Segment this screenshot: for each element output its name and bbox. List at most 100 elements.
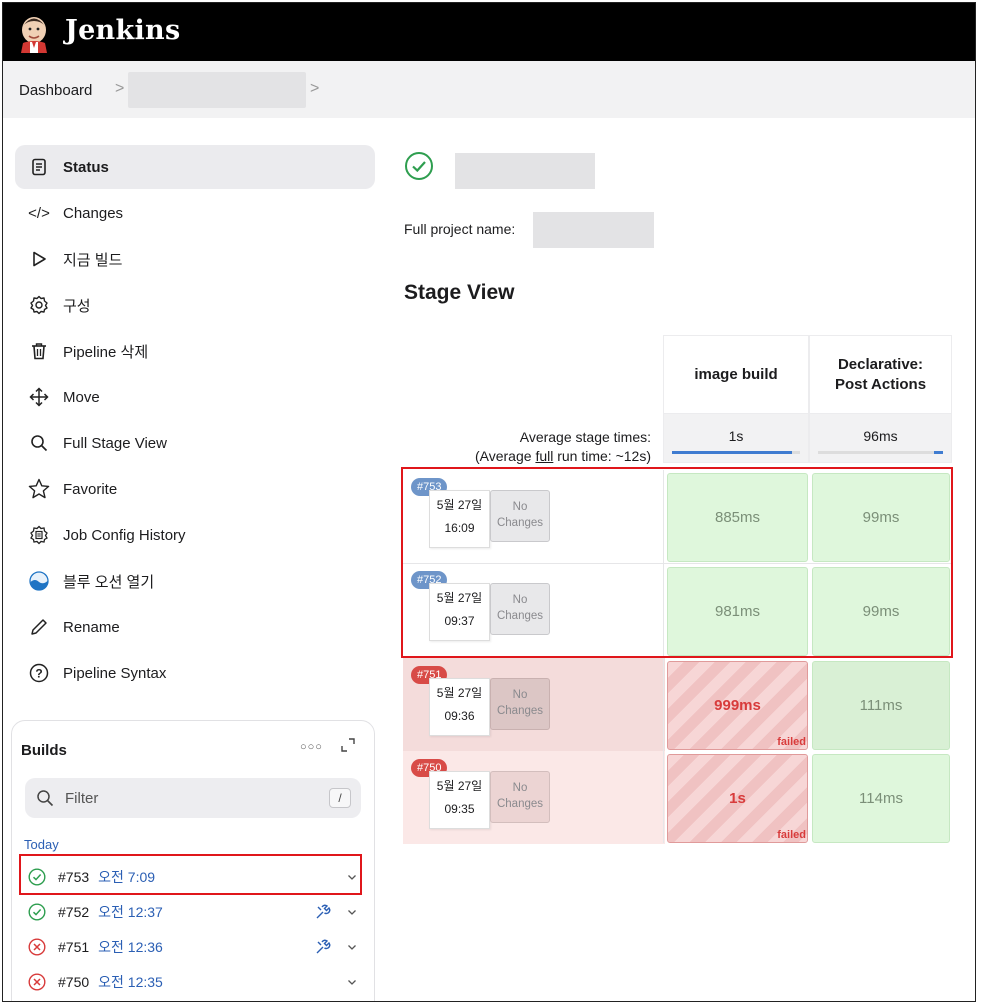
stage-cell-750-image-build[interactable]: 1s failed [667,754,808,843]
chevron-down-icon[interactable] [346,906,358,918]
filter-input[interactable] [65,787,315,809]
build-number[interactable]: #750 [58,974,89,990]
blue-ocean-icon [27,569,51,593]
stage-cell-750-post-actions[interactable]: 114ms [812,754,950,843]
build-row-750[interactable]: #750 오전 12:35 [24,967,368,997]
sidebar-item-label: Move [63,388,100,406]
success-check-icon [28,903,46,921]
build-group-today: Today [24,837,59,852]
expand-icon[interactable] [340,737,356,753]
stage-cell-751-post-actions[interactable]: 111ms [812,661,950,750]
run-date-card: 5월 27일 16:09 [429,490,490,548]
run-date: 5월 27일 [436,686,483,700]
stage-cell-752-post-actions[interactable]: 99ms [812,567,950,656]
row-divider [403,563,951,564]
avg-time-value: 1s [728,428,744,444]
sidebar-item-build-now[interactable]: 지금 빌드 [15,237,375,281]
full-run-link[interactable]: full [535,448,553,464]
replay-tool-icon[interactable] [314,903,332,921]
full-project-name-label: Full project name: [404,221,516,237]
breadcrumb-separator-icon[interactable]: > [310,80,319,98]
no-changes-text: Changes [496,610,544,622]
build-time[interactable]: 오전 12:35 [98,972,163,992]
build-row-751[interactable]: #751 오전 12:36 [24,932,368,962]
full-project-name-redacted [533,212,654,248]
sidebar-item-changes[interactable]: </> Changes [15,191,375,235]
run-date: 5월 27일 [436,591,483,605]
build-row-752[interactable]: #752 오전 12:37 [24,897,368,927]
avg-label-line1: Average stage times: [519,429,651,445]
build-number[interactable]: #751 [58,939,89,955]
no-changes-text: No [512,501,528,513]
sidebar-item-rename[interactable]: Rename [15,605,375,649]
stage-cell-753-image-build[interactable]: 885ms [667,473,808,562]
failed-tag: failed [777,829,806,841]
build-number[interactable]: #752 [58,904,89,920]
breadcrumb-dashboard[interactable]: Dashboard [19,82,92,99]
sidebar-item-full-stage-view[interactable]: Full Stage View [15,421,375,465]
avg-label-line2: (Average full run time: ~12s) [403,447,651,466]
sidebar-item-label: 블루 오션 열기 [63,573,155,591]
stage-cell-752-image-build[interactable]: 981ms [667,567,808,656]
run-time: 09:37 [444,614,475,628]
build-time[interactable]: 오전 7:09 [98,867,155,887]
replay-tool-icon[interactable] [314,938,332,956]
sidebar-item-status[interactable]: Status [15,145,375,189]
run-date-card: 5월 27일 09:36 [429,678,490,736]
sidebar-item-blue-ocean[interactable]: 블루 오션 열기 [15,559,375,603]
build-row-753[interactable]: #753 오전 7:09 [24,862,368,892]
sidebar-item-favorite[interactable]: Favorite [15,467,375,511]
column-divider [663,470,664,843]
avg-label-text: run time: ~12s) [553,448,651,464]
sidebar-item-label: Job Config History [63,526,186,544]
run-row-751[interactable]: #751 5월 27일 09:36 No Changes [403,658,665,751]
sidebar-item-delete-pipeline[interactable]: Pipeline 삭제 [15,329,375,373]
run-row-753[interactable]: #753 5월 27일 16:09 No Changes [403,470,665,563]
stage-duration: 114ms [859,790,903,807]
brand-title[interactable]: Jenkins [65,15,180,46]
more-options-icon[interactable]: ○○○ [300,741,323,753]
sidebar-item-job-config-history[interactable]: Job Config History [15,513,375,557]
play-icon [27,247,51,271]
sidebar-item-label: 지금 빌드 [63,251,123,269]
sidebar-item-configure[interactable]: 구성 [15,283,375,327]
no-changes-box: No Changes [490,771,550,823]
no-changes-text: No [512,782,528,794]
search-icon [27,431,51,455]
stage-header-post-actions: Declarative: Post Actions [809,335,952,413]
avg-progress-fill [934,451,943,454]
stage-duration: 111ms [859,697,903,714]
builds-title: Builds [21,742,67,759]
avg-time-value: 96ms [863,428,898,444]
build-time[interactable]: 오전 12:37 [98,902,163,922]
stage-view-title: Stage View [404,281,515,304]
sidebar-item-label: Full Stage View [63,434,167,452]
sidebar-item-label: Favorite [63,480,118,498]
chevron-down-icon[interactable] [346,976,358,988]
run-date-card: 5월 27일 09:35 [429,771,490,829]
sidebar-item-label: Rename [63,618,120,636]
stage-cell-753-post-actions[interactable]: 99ms [812,473,950,562]
build-time[interactable]: 오전 12:36 [98,937,163,957]
chevron-down-icon[interactable] [346,941,358,953]
run-row-752[interactable]: #752 5월 27일 09:37 No Changes [403,563,665,656]
failure-x-icon [28,938,46,956]
no-changes-box: No Changes [490,583,550,635]
run-time: 09:36 [444,709,475,723]
stage-duration: 885ms [714,509,761,526]
stage-duration: 981ms [714,603,761,620]
no-changes-box: No Changes [490,678,550,730]
no-changes-text: Changes [496,517,544,529]
breadcrumb-job-redacted[interactable] [128,72,306,108]
no-changes-text: Changes [496,705,544,717]
sidebar-item-pipeline-syntax[interactable]: ? Pipeline Syntax [15,651,375,695]
jenkins-window: Jenkins Dashboard > > Status </> Changes… [2,2,976,1002]
chevron-down-icon[interactable] [346,871,358,883]
sidebar-item-label: Changes [63,204,124,222]
build-number[interactable]: #753 [58,869,89,885]
stage-cell-751-image-build[interactable]: 999ms failed [667,661,808,750]
document-icon [27,155,51,179]
run-row-750[interactable]: #750 5월 27일 09:35 No Changes [403,751,665,844]
sidebar-item-move[interactable]: Move [15,375,375,419]
jenkins-logo-icon[interactable] [17,13,51,53]
